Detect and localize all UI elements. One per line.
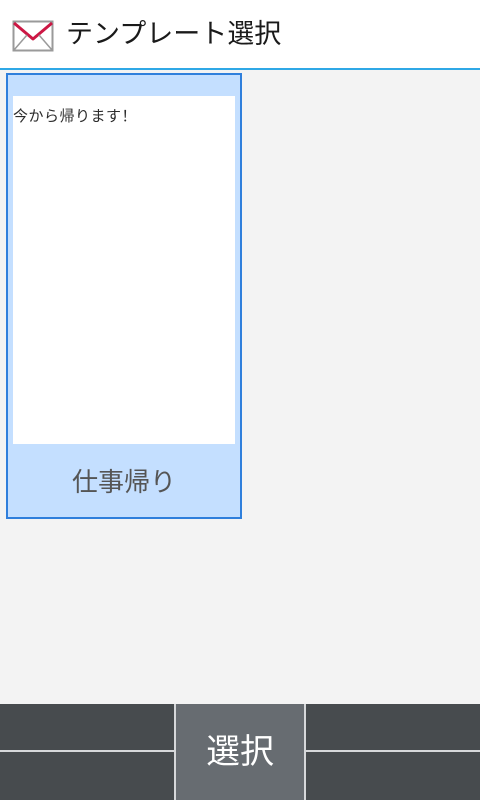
header-bar: テンプレート選択 [0, 0, 480, 70]
divider [304, 704, 306, 800]
soft-key-right-bottom[interactable] [306, 752, 480, 800]
select-button[interactable]: 選択 [176, 704, 304, 800]
template-list: 今から帰ります！ 仕事帰り [0, 70, 480, 704]
bottom-soft-key-bar: 選択 [0, 704, 480, 800]
template-preview: 今から帰ります！ [13, 96, 235, 444]
template-name: 仕事帰り [71, 468, 176, 498]
page-title: テンプレート選択 [66, 19, 282, 50]
mail-icon [12, 20, 54, 52]
soft-key-left-bottom[interactable] [0, 752, 174, 800]
divider [306, 750, 480, 752]
divider [0, 750, 174, 752]
template-body-text: 今から帰ります！ [13, 107, 138, 125]
soft-key-right-top[interactable] [306, 704, 480, 750]
soft-key-left-top[interactable] [0, 704, 174, 750]
template-card-selected[interactable]: 今から帰ります！ 仕事帰り [6, 73, 242, 519]
